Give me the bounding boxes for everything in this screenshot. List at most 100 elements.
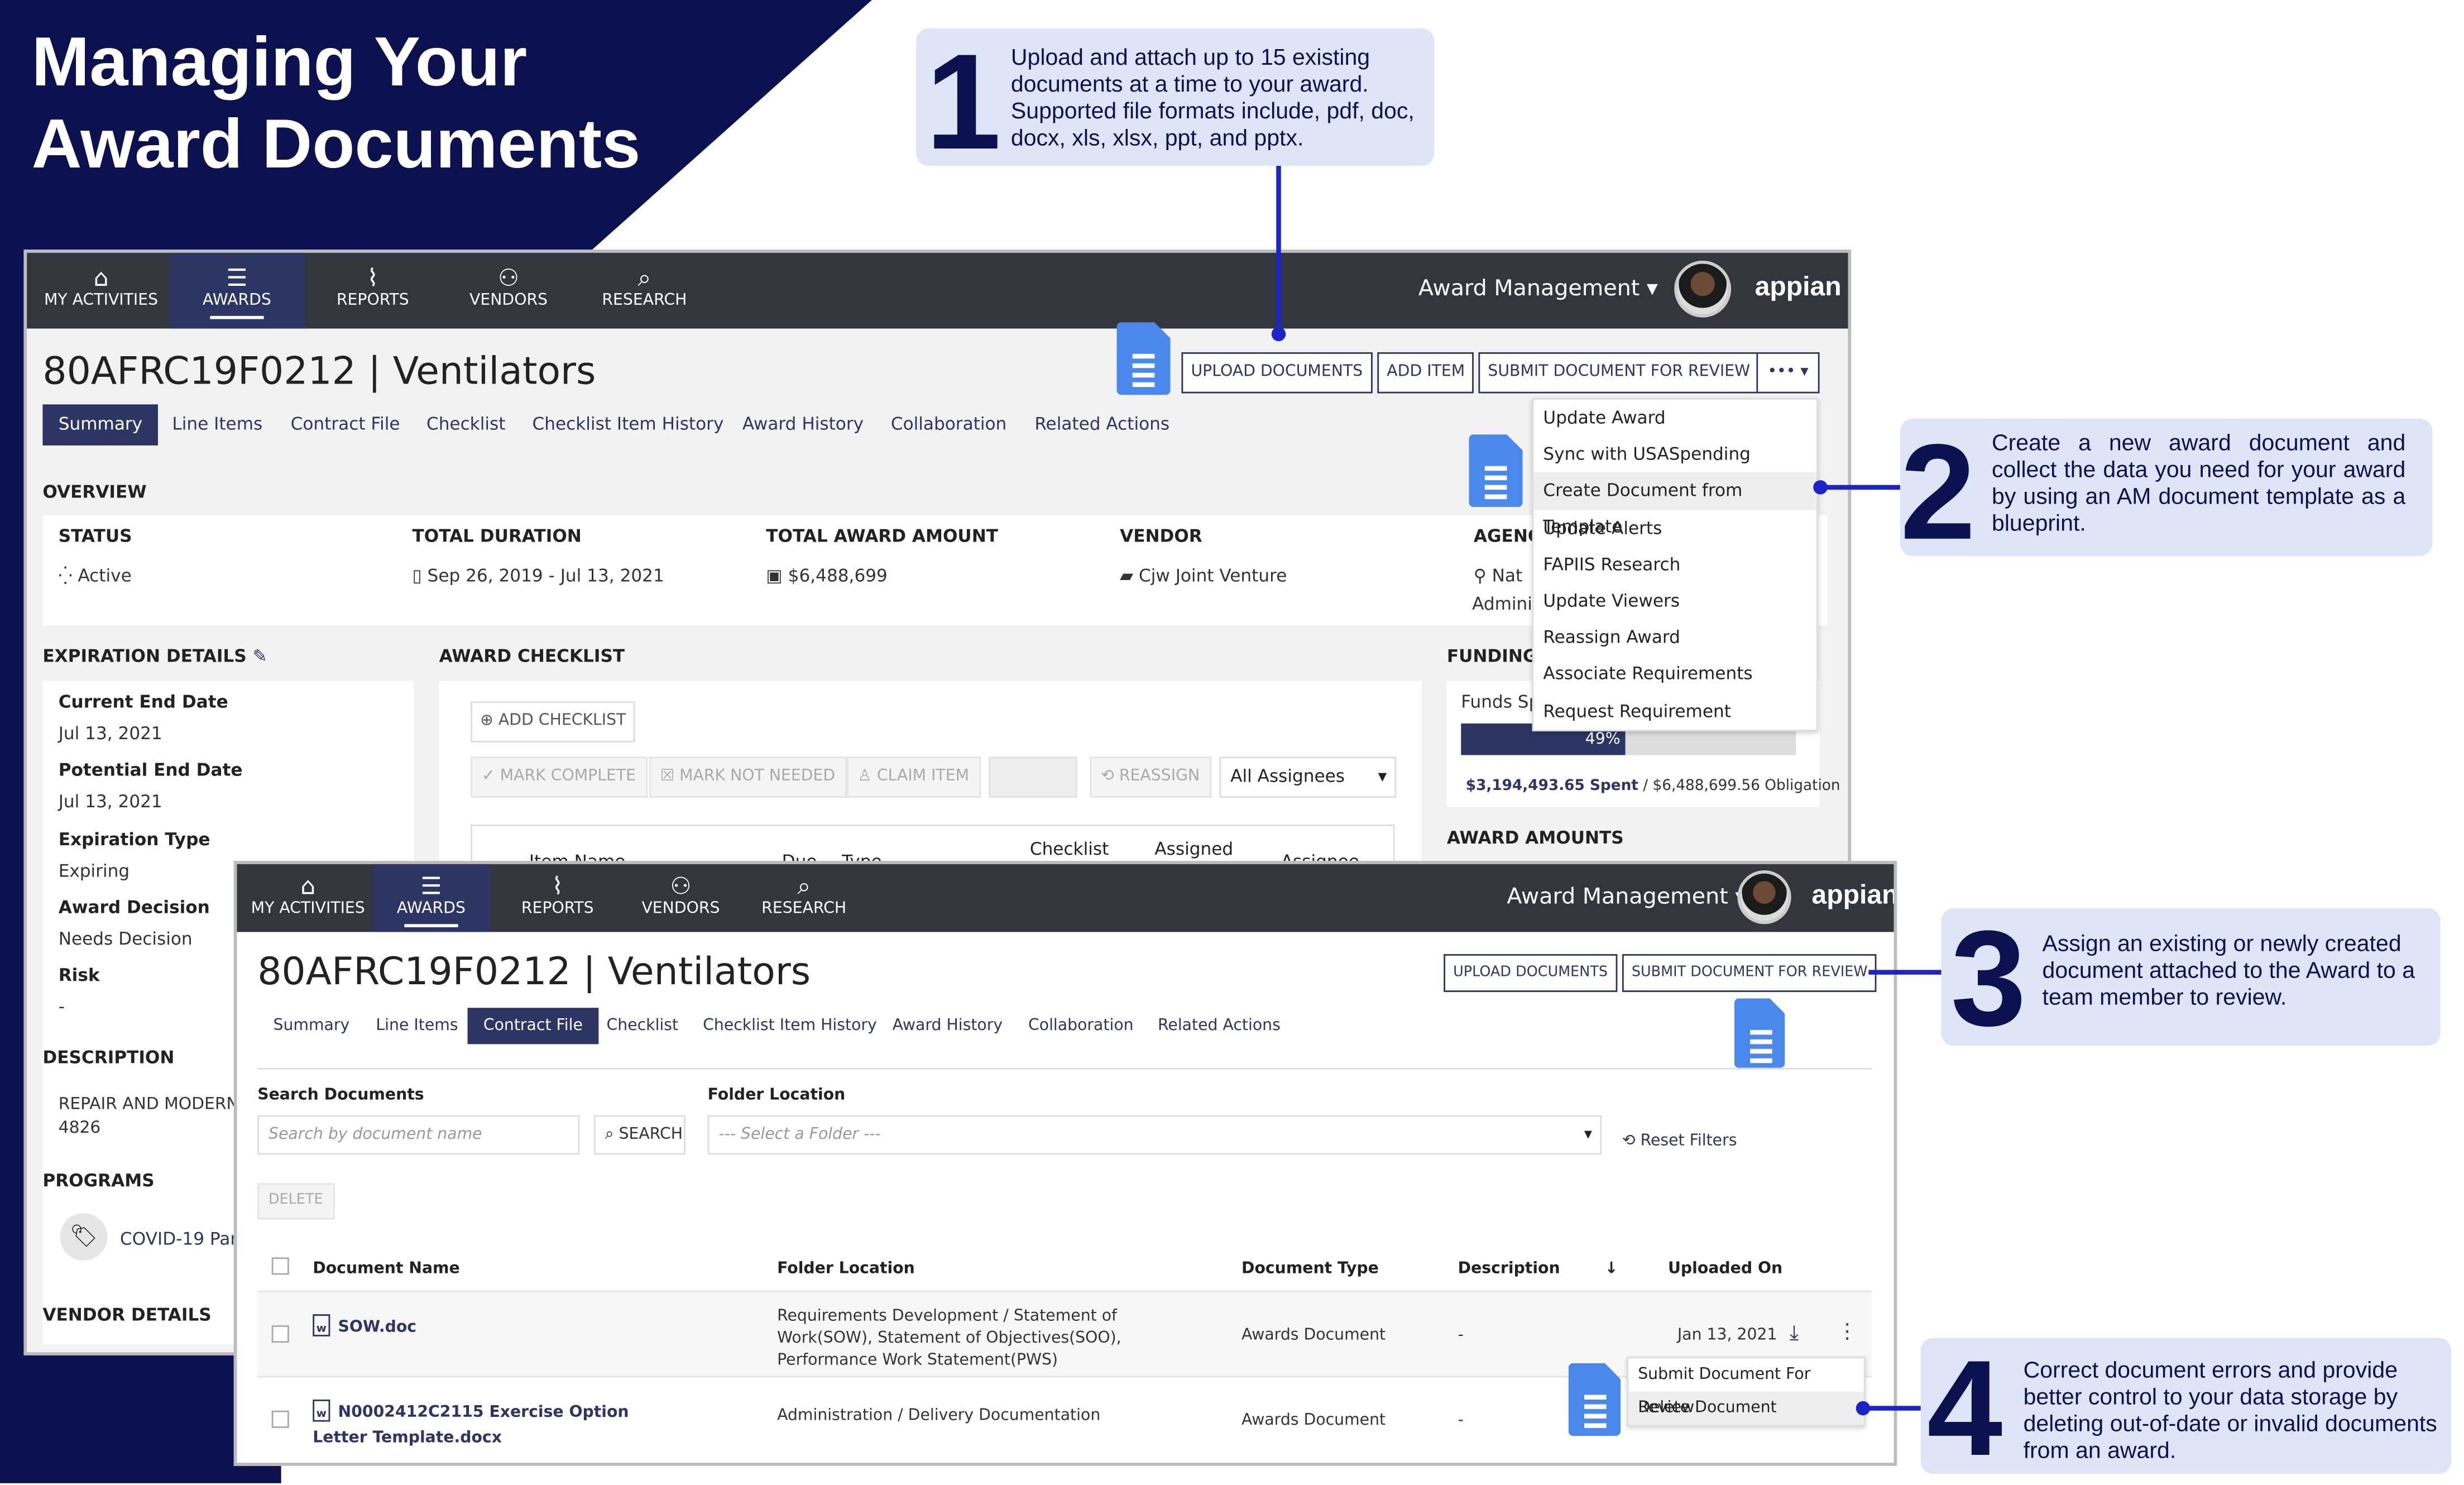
reassign-button[interactable]: ⟲ REASSIGN [1090,756,1211,798]
tab-line-items[interactable]: Line Items [360,1008,474,1044]
tab-contract-file[interactable]: Contract File [467,1008,599,1045]
overview-value: ▯ Sep 26, 2019 - Jul 13, 2021 [412,565,664,586]
nav-vendors[interactable]: ⚇ VENDORS [440,253,576,329]
document-icon [1469,434,1523,507]
column-header[interactable]: Description [1458,1261,1560,1278]
mark-not-needed-button[interactable]: ☒ MARK NOT NEEDED [649,756,847,798]
upload-documents-button[interactable]: UPLOAD DOCUMENTS [1444,954,1618,992]
callout-3: 3 Assign an existing or newly created do… [1941,908,2441,1047]
list-icon: ☰ [420,871,442,900]
search-icon: ⌕ [637,264,651,293]
more-actions-button[interactable]: ••• ▾ [1756,352,1820,394]
search-input[interactable]: Search by document name [257,1115,580,1155]
tab-award-history[interactable]: Award History [876,1008,1018,1044]
assignees-dropdown[interactable]: All Assignees ▾ [1219,756,1397,798]
tab-summary[interactable]: Summary [257,1008,365,1044]
add-item-button[interactable]: ADD ITEM [1377,352,1475,394]
column-header[interactable]: Checklist [1030,839,1109,859]
avatar[interactable] [1674,260,1732,318]
edit-icon[interactable]: ✎ [253,646,267,667]
nav-vendors[interactable]: ⚇ VENDORS [613,864,749,932]
tab-award-history[interactable]: Award History [727,404,880,446]
nav-reports[interactable]: ⌇ REPORTS [305,253,440,329]
menu-item[interactable]: Update Alerts [1533,510,1816,547]
row-checkbox[interactable] [271,1410,289,1428]
column-header[interactable]: Document Type [1241,1261,1379,1278]
menu-item-submit-for-review[interactable]: Submit Document For Review [1628,1358,1864,1417]
sort-desc-icon[interactable]: ↓ [1605,1261,1618,1278]
tab-checklist[interactable]: Checklist [411,404,521,446]
download-icon[interactable]: ⤓ [1790,1322,1799,1345]
tab-collaboration[interactable]: Collaboration [875,404,1023,446]
menu-item[interactable]: Sync with USASpending [1533,436,1816,473]
add-checklist-button[interactable]: ⊕ ADD CHECKLIST [471,701,636,742]
reset-filters-link[interactable]: ⟲ Reset Filters [1622,1133,1737,1150]
tab-related-actions[interactable]: Related Actions [1019,404,1185,446]
menu-item[interactable]: Request Requirement [1533,693,1816,730]
menu-item[interactable]: FAPIIS Research [1533,546,1816,583]
nav-research[interactable]: ⌕ RESEARCH [736,864,872,932]
nav-my-activities[interactable]: ⌂ MY ACTIVITIES [240,864,376,932]
appian-logo: appian [1754,271,1842,302]
field-icon: ▣ [766,565,783,586]
menu-item-delete-document[interactable]: Delete Document [1628,1391,1864,1425]
submit-document-button[interactable]: SUBMIT DOCUMENT FOR REVIEW [1622,954,1877,992]
appian-logo: appian [1811,880,1897,910]
upload-documents-button[interactable]: UPLOAD DOCUMENTS [1181,352,1373,394]
users-icon: ⚇ [670,871,692,900]
screenshot-contract-file: ⌂ MY ACTIVITIES ☰ AWARDS ⌇ REPORTS ⚇ VENDORS… [233,861,1897,1466]
home-icon: ⌂ [93,264,109,293]
column-header[interactable]: Assigned [1154,839,1233,859]
app-switcher[interactable]: Award Management ▾ [1507,885,1746,910]
connector-3 [1868,970,1942,975]
word-file-icon: w [313,1399,330,1422]
tab-contract-file[interactable]: Contract File [275,404,415,446]
program-link[interactable]: COVID-19 Pan [120,1229,241,1249]
select-all-checkbox[interactable] [271,1257,289,1275]
tab-checklist[interactable]: Checklist [591,1008,694,1044]
menu-item[interactable]: Create Document from Template [1533,473,1816,538]
nav-my-activities[interactable]: ⌂ MY ACTIVITIES [33,253,169,329]
submit-document-button[interactable]: SUBMIT DOCUMENT FOR REVIEW [1478,352,1760,394]
tab-checklist-item-history[interactable]: Checklist Item History [516,404,739,446]
tab-checklist-item-history[interactable]: Checklist Item History [687,1008,893,1044]
home-icon: ⌂ [300,871,316,900]
field-icon: ▰ [1120,565,1134,586]
connector-2 [1821,485,1900,490]
tab-related-actions[interactable]: Related Actions [1142,1008,1296,1044]
tab-collaboration[interactable]: Collaboration [1013,1008,1149,1044]
tab-summary[interactable]: Summary [42,404,159,446]
callout-4: 4 Correct document errors and provide be… [1920,1338,2452,1477]
kebab-menu-icon[interactable]: ⋮ [1837,1320,1858,1344]
search-button[interactable]: ⌕ SEARCH [593,1115,686,1155]
row-checkbox[interactable] [271,1325,289,1343]
page-title: 80AFRC19F0212 | Ventilators [257,949,811,994]
tab-line-items[interactable]: Line Items [156,404,278,446]
document-icon [1116,322,1171,395]
app-switcher[interactable]: Award Management ▾ [1418,276,1658,301]
menu-item[interactable]: Update Viewers [1533,583,1816,620]
claim-item-button[interactable]: ♙ CLAIM ITEM [846,756,980,798]
blank-input[interactable] [989,756,1077,798]
more-actions-menu: Update Award Sync with USASpending Create … [1532,398,1818,731]
nav-reports[interactable]: ⌇ REPORTS [490,864,625,932]
folder-dropdown[interactable]: --- Select a Folder --- ▾ [707,1115,1602,1155]
menu-item[interactable]: Reassign Award [1533,620,1816,657]
avatar[interactable] [1737,870,1791,924]
users-icon: ⚇ [498,264,520,293]
column-header[interactable]: Folder Location [777,1261,915,1278]
top-nav: ⌂ MY ACTIVITIES ☰ AWARDS ⌇ REPORTS ⚇ VENDORS… [27,252,1848,329]
divider [257,1067,1872,1070]
delete-button[interactable]: DELETE [257,1183,334,1220]
column-header[interactable]: Uploaded On [1668,1261,1782,1278]
document-name-link[interactable]: w N0002412C2115 Exercise Option Letter Te… [313,1399,676,1452]
nav-research[interactable]: ⌕ RESEARCH [577,253,712,329]
nav-awards[interactable]: ☰ AWARDS [169,252,305,329]
mark-complete-button[interactable]: ✓ MARK COMPLETE [471,756,647,798]
menu-item[interactable]: Update Award [1533,400,1816,437]
document-name-link[interactable]: w SOW.doc [313,1314,676,1341]
expiration-heading: EXPIRATION DETAILS ✎ [42,646,267,667]
column-header[interactable]: Document Name [313,1261,459,1278]
menu-item[interactable]: Associate Requirements [1533,656,1816,693]
nav-awards[interactable]: ☰ AWARDS [372,864,490,932]
